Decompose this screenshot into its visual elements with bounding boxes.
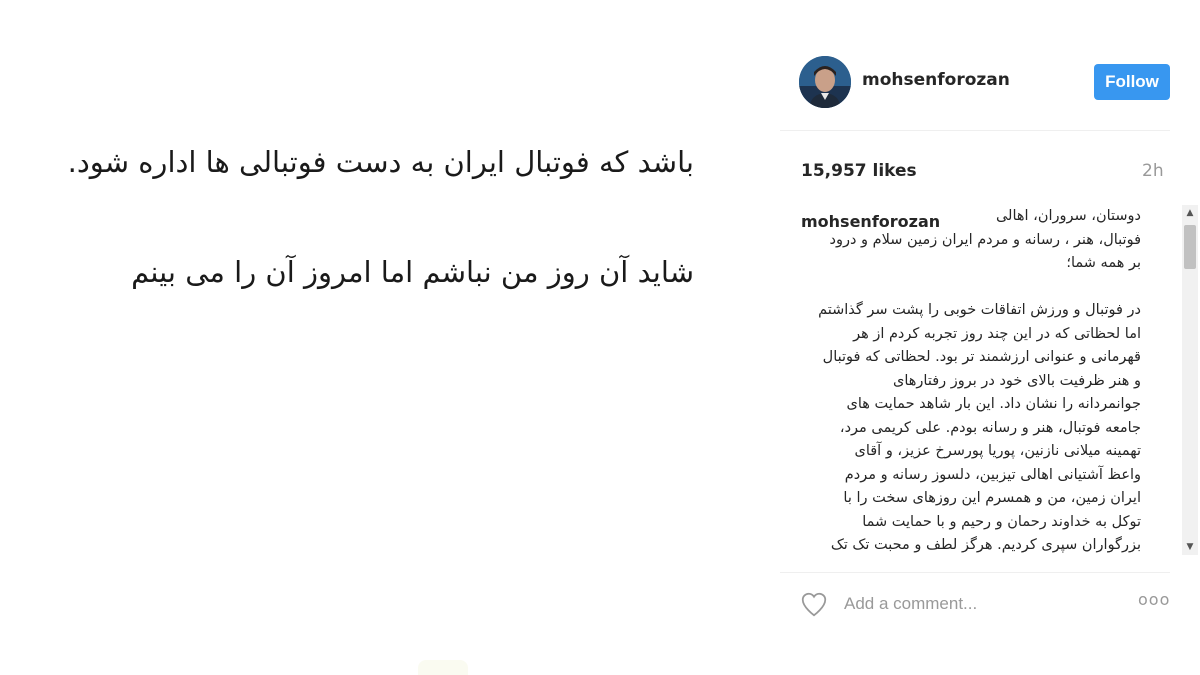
post-side-panel: mohsenforozan Follow 15,957 likes 2h moh… [780,0,1200,675]
scrollbar-thumb[interactable] [1184,225,1196,269]
post-image: باشد که فوتبال ایران به دست فوتبالی ها ا… [0,0,780,675]
scroll-up-arrow-icon[interactable]: ▲ [1182,205,1198,221]
scroll-down-arrow-icon[interactable]: ▼ [1182,539,1198,555]
post-image-text-line-1: باشد که فوتبال ایران به دست فوتبالی ها ا… [67,145,694,179]
likes-count[interactable]: 15,957 likes [801,161,917,181]
comments-scrollbar[interactable]: ▲ ▼ [1182,205,1198,555]
username[interactable]: mohsenforozan [862,70,1010,90]
post-header: mohsenforozan Follow [780,0,1170,131]
image-highlight [418,660,468,675]
follow-button[interactable]: Follow [1094,64,1170,100]
add-comment-input[interactable] [844,592,1094,616]
heart-icon[interactable] [799,589,829,619]
post-image-text-line-2: شاید آن روز من نباشم اما امروز آن را می … [131,255,694,289]
caption-text: دوستان، سروران، اهالی فوتبال، هنر ، رسان… [818,208,1141,553]
comments-list[interactable]: mohsenforozan دوستان، سروران، اهالی فوتب… [801,205,1177,555]
post-timestamp[interactable]: 2h [1142,161,1164,181]
avatar[interactable] [799,56,851,108]
divider [780,572,1170,573]
more-options-icon[interactable]: ooo [1138,590,1170,609]
